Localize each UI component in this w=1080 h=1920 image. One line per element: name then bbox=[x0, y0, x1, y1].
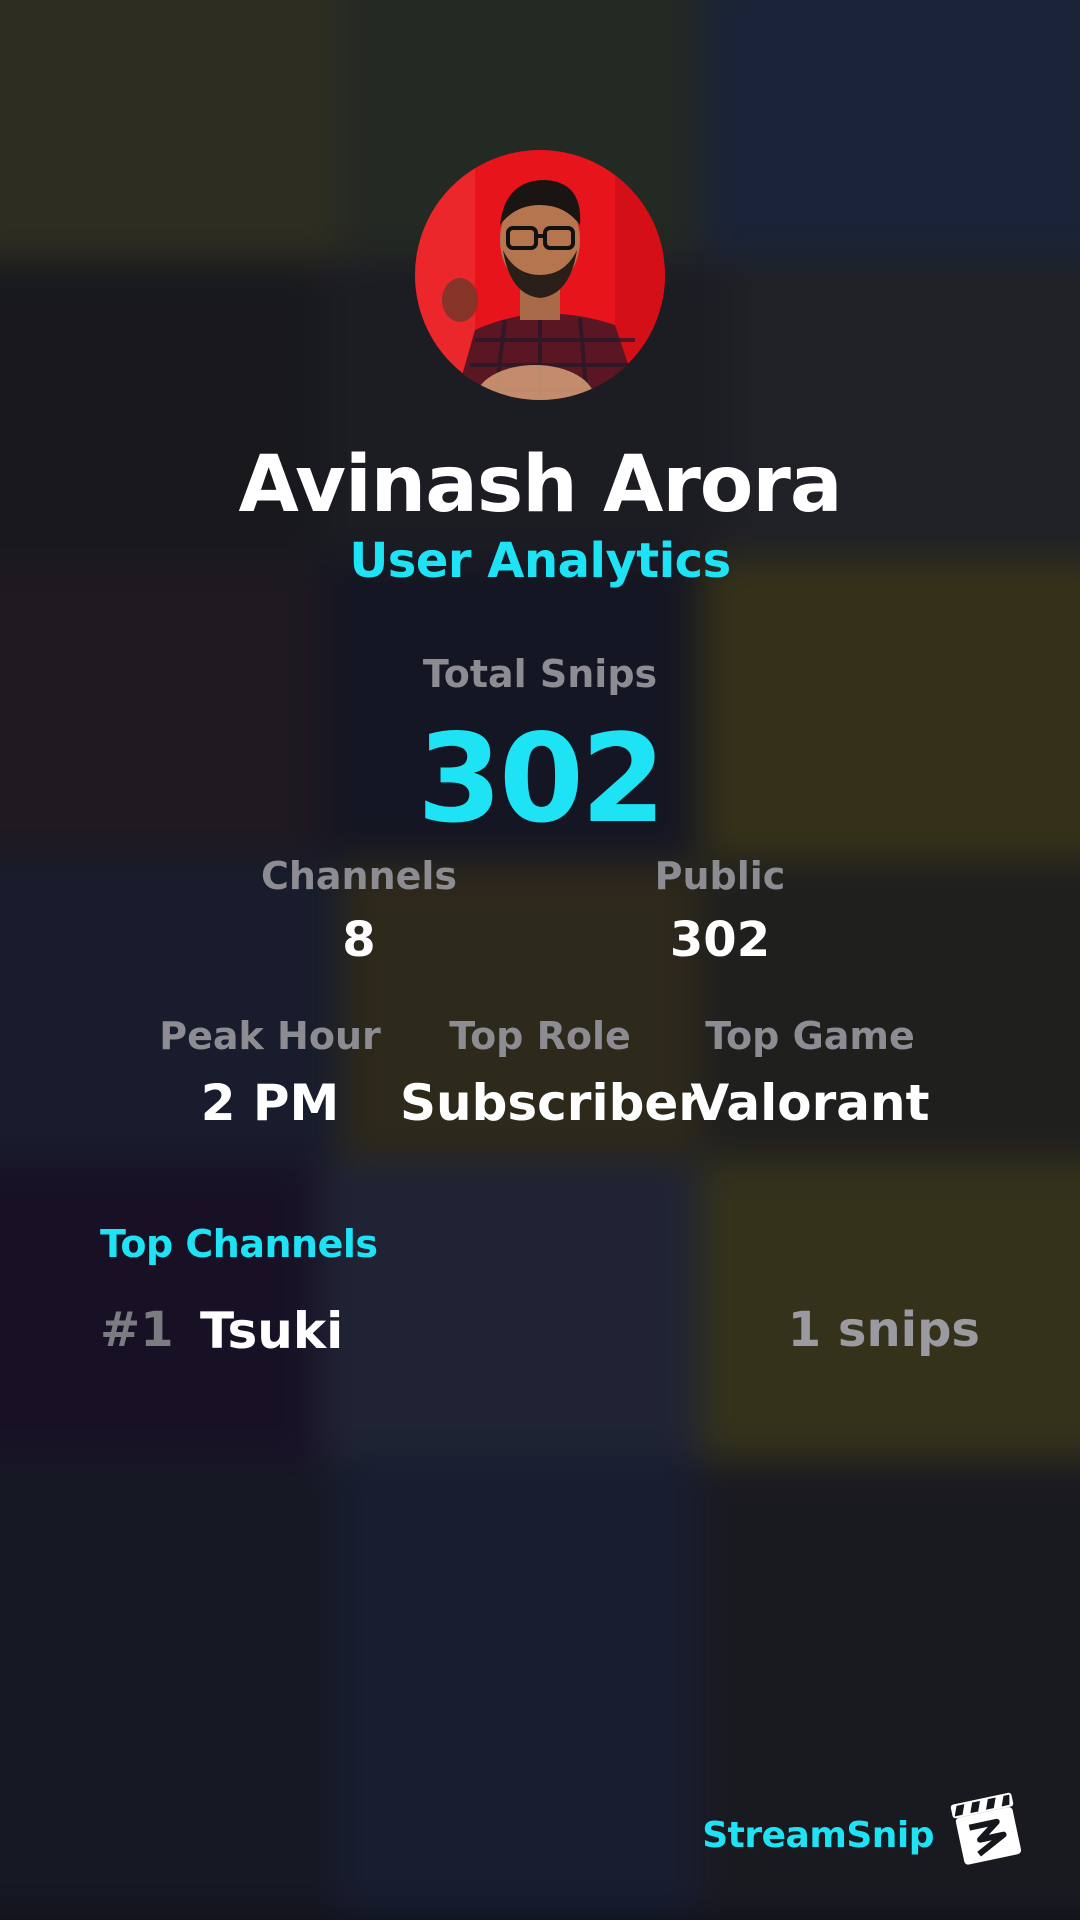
analytics-card: Avinash Arora User Analytics Total Snips… bbox=[0, 0, 1080, 1920]
user-name: Avinash Arora bbox=[238, 440, 843, 530]
total-snips-label: Total Snips bbox=[422, 652, 658, 696]
avatar bbox=[415, 150, 665, 400]
brand-name: StreamSnip bbox=[702, 1815, 934, 1856]
public-value: 302 bbox=[669, 912, 771, 968]
top-game-value: Valorant bbox=[690, 1074, 930, 1132]
channels-label: Channels bbox=[260, 854, 458, 898]
top-role-value: Subscriber bbox=[400, 1074, 703, 1132]
page-subtitle: User Analytics bbox=[349, 533, 731, 589]
user-photo-icon bbox=[415, 150, 665, 400]
total-snips-value: 302 bbox=[417, 708, 666, 850]
top-game-label: Top Game bbox=[705, 1014, 915, 1058]
top-role-label: Top Role bbox=[449, 1014, 631, 1058]
clapperboard-icon bbox=[948, 1790, 1026, 1868]
channel-snip-count: 1 snips bbox=[787, 1302, 980, 1358]
channels-value: 8 bbox=[342, 912, 376, 968]
channel-name: Tsuki bbox=[200, 1302, 344, 1360]
peak-hour-label: Peak Hour bbox=[159, 1014, 381, 1058]
public-label: Public bbox=[654, 854, 786, 898]
top-channels-title: Top Channels bbox=[100, 1222, 378, 1266]
channel-rank: #1 bbox=[100, 1302, 174, 1358]
peak-hour-value: 2 PM bbox=[200, 1074, 340, 1132]
